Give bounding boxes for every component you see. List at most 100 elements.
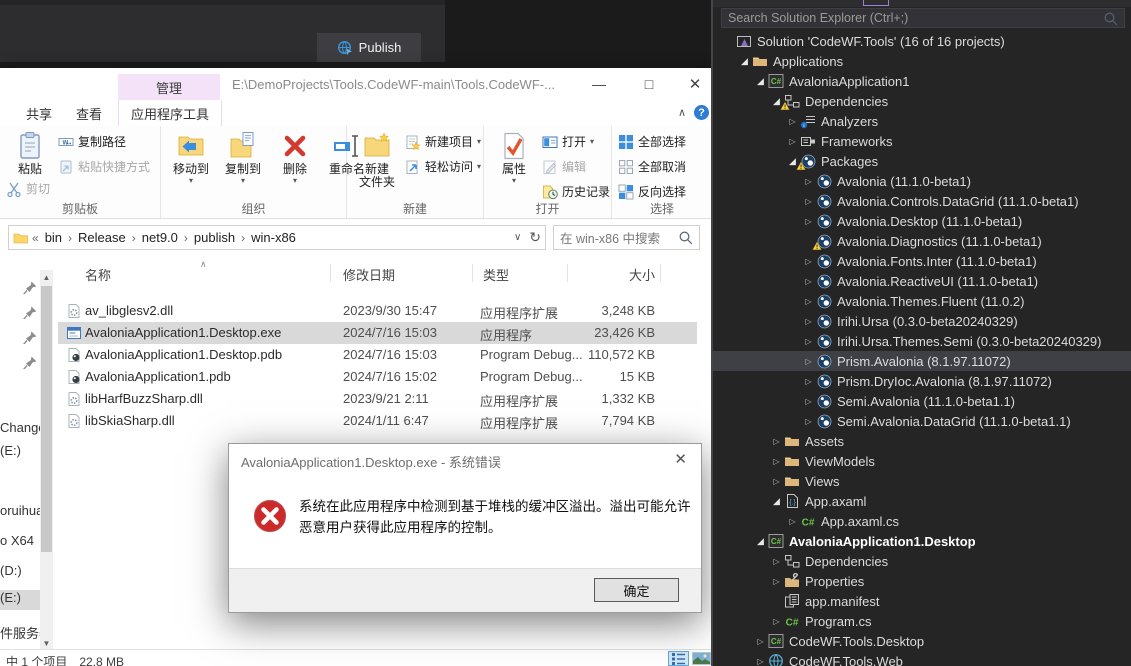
tree-expanded-arrow-icon[interactable]: ◢ — [769, 496, 784, 507]
breadcrumb-separator-icon[interactable]: › — [180, 231, 192, 245]
dialog-close-icon[interactable]: ✕ — [674, 450, 687, 468]
tree-item[interactable]: ▷ Dependencies — [713, 551, 1131, 571]
ribbon-button-move-to[interactable]: 移动到 ▾ — [167, 129, 215, 185]
file-row[interactable]: av_libglesv2.dll 2023/9/30 15:47 应用程序扩展 3,2… — [58, 300, 697, 322]
breadcrumb-separator-icon[interactable]: › — [237, 231, 249, 245]
nav-item[interactable]: (E:) — [0, 443, 40, 458]
breadcrumb-segment[interactable]: bin — [43, 230, 64, 245]
ribbon-button-edit[interactable]: 编辑 — [542, 154, 610, 179]
ribbon-button-easy-access[interactable]: 轻松访问 ▾ — [405, 154, 481, 179]
tree-item[interactable]: ▷ Semi.Avalonia.DataGrid (11.1.0-beta1.1) — [713, 411, 1131, 431]
breadcrumb-segment[interactable]: win-x86 — [249, 230, 298, 245]
scroll-up-icon[interactable]: ▲ — [40, 270, 53, 284]
ribbon-button-open[interactable]: 打开 ▾ — [542, 129, 610, 154]
ribbon-button-select-none[interactable]: 全部取消 — [618, 154, 686, 179]
tree-item[interactable]: ▷ CodeWF.Tools.Web — [713, 651, 1131, 666]
column-date-modified[interactable]: 修改日期 — [343, 265, 395, 284]
tree-item[interactable]: Avalonia.Diagnostics (11.1.0-beta1) — [713, 231, 1131, 251]
tree-item[interactable]: ▷ Avalonia.Controls.DataGrid (11.1.0-beta… — [713, 191, 1131, 211]
tree-collapsed-arrow-icon[interactable]: ▷ — [753, 637, 768, 646]
nav-item[interactable]: o X64 — [0, 533, 40, 548]
pin-icon[interactable] — [22, 355, 36, 369]
file-row[interactable]: AvaloniaApplication1.Desktop.exe 2024/7/1… — [58, 322, 697, 344]
tree-item[interactable]: ▷ Avalonia (11.1.0-beta1) — [713, 171, 1131, 191]
tree-collapsed-arrow-icon[interactable]: ▷ — [801, 317, 816, 326]
tree-collapsed-arrow-icon[interactable]: ▷ — [801, 277, 816, 286]
tree-item[interactable]: ▷ Avalonia.Fonts.Inter (11.1.0-beta1) — [713, 251, 1131, 271]
tree-item[interactable]: ▷ ViewModels — [713, 451, 1131, 471]
tree-collapsed-arrow-icon[interactable]: ▷ — [769, 557, 784, 566]
breadcrumb-separator-icon[interactable]: › — [128, 231, 140, 245]
breadcrumb-segment[interactable]: Release — [76, 230, 128, 245]
tree-collapsed-arrow-icon[interactable]: ▷ — [769, 577, 784, 586]
ok-button[interactable]: 确定 — [594, 578, 679, 602]
thumbnail-view-toggle-icon[interactable] — [692, 652, 711, 665]
tree-item[interactable]: ◢ C# AvaloniaApplication1 — [713, 71, 1131, 91]
nav-scrollbar[interactable]: ▲ ▼ — [40, 270, 53, 650]
close-button[interactable]: ✕ — [678, 71, 712, 97]
tree-collapsed-arrow-icon[interactable]: ▷ — [785, 137, 800, 146]
nav-scrollbar-thumb[interactable] — [41, 286, 52, 552]
ribbon-button-paste-shortcut[interactable]: 粘贴快捷方式 — [58, 154, 150, 179]
nav-item[interactable]: (E:) — [0, 590, 40, 610]
ribbon-button-properties[interactable]: 属性 ▾ — [490, 129, 538, 185]
ribbon-button-copy-to[interactable]: 复制到 ▾ — [219, 129, 267, 185]
tree-expanded-arrow-icon[interactable]: ◢ — [753, 76, 768, 87]
pin-icon[interactable] — [22, 305, 36, 319]
help-icon[interactable]: ? — [694, 105, 709, 120]
tree-item[interactable]: ▷ C# CodeWF.Tools.Desktop — [713, 631, 1131, 651]
breadcrumb-segment[interactable]: net9.0 — [140, 230, 180, 245]
ribbon-button-select-all[interactable]: 全部选择 — [618, 129, 686, 154]
column-type[interactable]: 类型 — [483, 265, 509, 284]
pin-icon[interactable] — [22, 330, 36, 344]
tree-collapsed-arrow-icon[interactable]: ▷ — [801, 197, 816, 206]
publish-button[interactable]: Publish — [317, 33, 421, 62]
manage-ribbon-tab[interactable]: 管理 — [118, 74, 220, 100]
tree-collapsed-arrow-icon[interactable]: ▷ — [801, 417, 816, 426]
tree-collapsed-arrow-icon[interactable]: ▷ — [801, 217, 816, 226]
tree-item[interactable]: ◢ Applications — [713, 51, 1131, 71]
tree-expanded-arrow-icon[interactable]: ◢ — [737, 56, 752, 67]
column-size[interactable]: 大小 — [600, 265, 655, 284]
tree-item[interactable]: ▷ Frameworks — [713, 131, 1131, 151]
breadcrumb-segment[interactable]: publish — [192, 230, 237, 245]
ribbon-button-delete[interactable]: 删除 ▾ — [271, 129, 319, 185]
breadcrumb-separator-icon[interactable]: › — [64, 231, 76, 245]
tree-item[interactable]: ▷ Views — [713, 471, 1131, 491]
tree-collapsed-arrow-icon[interactable]: ▷ — [801, 397, 816, 406]
ribbon-button-new-folder[interactable]: 新建 文件夹 — [353, 129, 401, 189]
nav-item[interactable]: (D:) — [0, 563, 40, 578]
nav-item[interactable]: Change — [0, 420, 40, 435]
solution-explorer-search-input[interactable]: Search Solution Explorer (Ctrl+;) — [721, 8, 1125, 28]
address-dropdown-icon[interactable]: ∨ — [514, 232, 521, 243]
tree-item[interactable]: ▷ C# Program.cs — [713, 611, 1131, 631]
tree-item[interactable]: ▷ Irihi.Ursa.Themes.Semi (0.3.0-beta20240… — [713, 331, 1131, 351]
tree-item[interactable]: ▷ Avalonia.Themes.Fluent (11.0.2) — [713, 291, 1131, 311]
tree-item[interactable]: ▷ Prism.Avalonia (8.1.97.11072) — [713, 351, 1131, 371]
tab-view[interactable]: 查看 — [64, 100, 114, 126]
tree-item[interactable]: ◢ Packages — [713, 151, 1131, 171]
file-row[interactable]: libSkiaSharp.dll 2024/1/11 6:47 应用程序扩展 7,79… — [58, 410, 697, 432]
tree-collapsed-arrow-icon[interactable]: ▷ — [801, 177, 816, 186]
tree-collapsed-arrow-icon[interactable]: ▷ — [785, 517, 800, 526]
tree-item[interactable]: ◢ {.} App.axaml — [713, 491, 1131, 511]
tree-item[interactable]: ◢ C# AvaloniaApplication1.Desktop — [713, 531, 1131, 551]
ribbon-button-copy-path[interactable]: W 复制路径 — [58, 129, 150, 154]
tree-collapsed-arrow-icon[interactable]: ▷ — [769, 617, 784, 626]
tree-item[interactable]: ▷ i Analyzers — [713, 111, 1131, 131]
tree-collapsed-arrow-icon[interactable]: ▷ — [785, 117, 800, 126]
file-row[interactable]: AvaloniaApplication1.pdb 2024/7/16 15:02 P… — [58, 366, 697, 388]
ribbon-button-new-item[interactable]: 新建项目 ▾ — [405, 129, 481, 154]
tree-collapsed-arrow-icon[interactable]: ▷ — [801, 297, 816, 306]
tab-share[interactable]: 共享 — [14, 100, 64, 126]
ribbon-button-paste[interactable]: 粘贴 — [6, 129, 54, 176]
scroll-down-icon[interactable]: ▼ — [40, 636, 53, 650]
search-input[interactable]: 在 win-x86 中搜索 — [553, 225, 700, 250]
tree-collapsed-arrow-icon[interactable]: ▷ — [769, 477, 784, 486]
ribbon-collapse-icon[interactable]: ∧ — [678, 106, 686, 119]
tree-collapsed-arrow-icon[interactable]: ▷ — [801, 357, 816, 366]
pin-icon[interactable] — [22, 280, 36, 294]
breadcrumb[interactable]: « bin › Release › net9.0 › publish › win-x86 ∨ ↻ — [8, 225, 546, 250]
maximize-button[interactable]: □ — [632, 71, 666, 97]
tree-collapsed-arrow-icon[interactable]: ▷ — [801, 257, 816, 266]
